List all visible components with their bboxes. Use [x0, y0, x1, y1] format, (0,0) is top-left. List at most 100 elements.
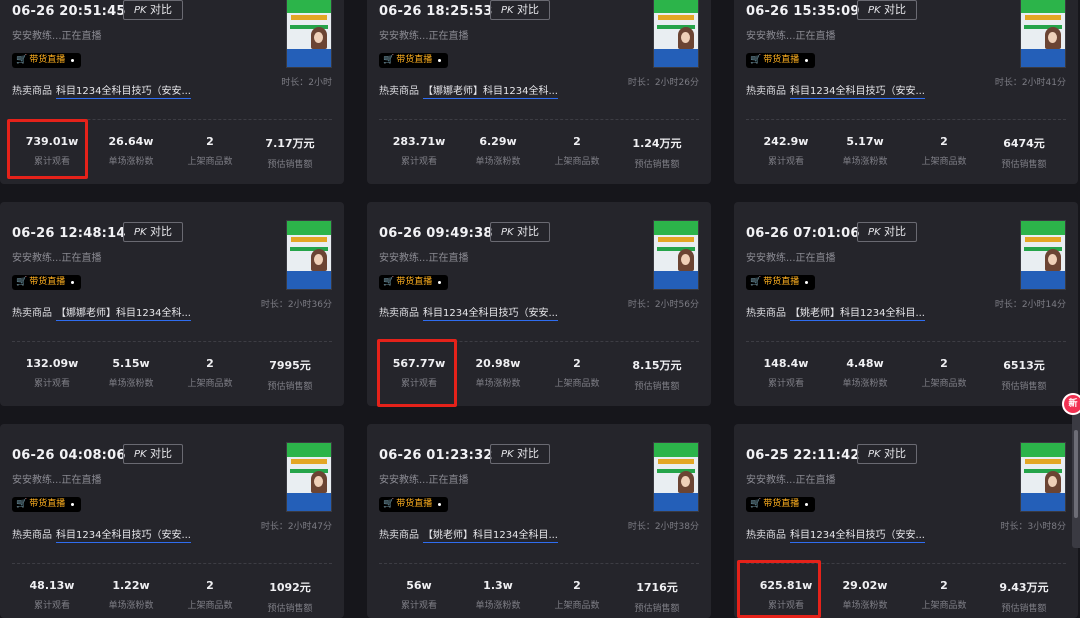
- live-card[interactable]: 06-26 15:35:09 PK 对比 安安教练...正在直播 🛒 带货直播 热…: [734, 0, 1078, 184]
- pk-text: PK: [500, 449, 514, 460]
- scrollbar-thumb[interactable]: [1074, 430, 1078, 518]
- pk-compare-button[interactable]: PK 对比: [123, 222, 183, 242]
- hot-goods-link[interactable]: 科目1234全科目技巧（安安...: [56, 86, 191, 99]
- hot-goods: 热卖商品 科目1234全科目技巧（安安...: [12, 526, 191, 543]
- host-status: 安安教练...正在直播: [746, 31, 836, 42]
- pk-compare-button[interactable]: PK 对比: [857, 444, 917, 464]
- live-commerce-badge: 🛒 带货直播: [379, 497, 449, 512]
- stat-sales: 7995元 预估销售额: [267, 359, 313, 392]
- dot-icon: [71, 281, 75, 284]
- duration: 时长：2小时14分: [994, 300, 1066, 310]
- live-card[interactable]: 06-26 01:23:32 PK 对比 安安教练...正在直播 🛒 带货直播 热…: [367, 424, 711, 618]
- hot-goods-link[interactable]: 【娜娜老师】科目1234全科...: [56, 308, 191, 321]
- stat-followers: 1.3w 单场涨粉数: [475, 579, 521, 611]
- host-status: 安安教练...正在直播: [379, 31, 469, 42]
- pk-text: PK: [133, 5, 147, 16]
- stat-products: 2 上架商品数: [187, 357, 233, 389]
- stat-views: 132.09w 累计观看: [25, 357, 79, 389]
- host-status: 安安教练...正在直播: [379, 475, 469, 486]
- hot-goods-link[interactable]: 【姚老师】科目1234全科目...: [790, 308, 925, 321]
- live-datetime: 06-26 07:01:06: [746, 226, 860, 241]
- live-thumbnail[interactable]: [1020, 442, 1066, 512]
- live-card[interactable]: 06-26 18:25:53 PK 对比 安安教练...正在直播 🛒 带货直播 热…: [367, 0, 711, 184]
- live-commerce-badge: 🛒 带货直播: [746, 497, 816, 512]
- stat-views: 283.71w 累计观看: [392, 135, 446, 167]
- hot-goods-label: 热卖商品: [12, 530, 52, 541]
- live-thumbnail[interactable]: [653, 442, 699, 512]
- hot-goods-link[interactable]: 科目1234全科目技巧（安安...: [790, 86, 925, 99]
- pk-compare-button[interactable]: PK 对比: [490, 0, 550, 20]
- pk-label: 对比: [884, 3, 907, 16]
- pk-compare-button[interactable]: PK 对比: [123, 0, 183, 20]
- pk-compare-button[interactable]: PK 对比: [490, 444, 550, 464]
- live-card[interactable]: 06-26 12:48:14 PK 对比 安安教练...正在直播 🛒 带货直播 热…: [0, 202, 344, 406]
- stat-products: 2 上架商品数: [187, 135, 233, 167]
- live-thumbnail[interactable]: [653, 0, 699, 68]
- dot-icon: [438, 281, 442, 284]
- stat-sales: 1.24万元 预估销售额: [632, 137, 682, 170]
- live-datetime: 06-25 22:11:42: [746, 448, 860, 463]
- pk-label: 对比: [150, 3, 173, 16]
- live-thumbnail[interactable]: [1020, 220, 1066, 290]
- side-scrollbar[interactable]: [1072, 398, 1080, 548]
- stat-followers: 1.22w 单场涨粉数: [108, 579, 154, 611]
- stat-sales: 6474元 预估销售额: [1001, 137, 1047, 170]
- badge-label: 带货直播: [396, 277, 433, 287]
- stat-products: 2 上架商品数: [921, 579, 967, 611]
- live-thumbnail[interactable]: [286, 220, 332, 290]
- pk-text: PK: [867, 449, 881, 460]
- pk-text: PK: [867, 227, 881, 238]
- stat-sales: 1092元 预估销售额: [267, 581, 313, 614]
- pk-compare-button[interactable]: PK 对比: [857, 0, 917, 20]
- divider: [379, 563, 699, 564]
- live-commerce-badge: 🛒 带货直播: [12, 53, 82, 68]
- duration: 时长：2小时38分: [627, 522, 699, 532]
- stat-followers: 29.02w 单场涨粉数: [842, 579, 888, 611]
- pk-label: 对比: [150, 225, 173, 238]
- badge-label: 带货直播: [29, 55, 66, 65]
- hot-goods-link[interactable]: 科目1234全科目技巧（安安...: [56, 530, 191, 543]
- pk-compare-button[interactable]: PK 对比: [123, 444, 183, 464]
- host-status: 安安教练...正在直播: [379, 253, 469, 264]
- pk-label: 对比: [884, 447, 907, 460]
- divider: [746, 341, 1066, 342]
- hot-goods-link[interactable]: 【娜娜老师】科目1234全科...: [423, 86, 558, 99]
- live-commerce-badge: 🛒 带货直播: [379, 53, 449, 68]
- live-card[interactable]: 06-26 04:08:06 PK 对比 安安教练...正在直播 🛒 带货直播 热…: [0, 424, 344, 618]
- new-badge[interactable]: 新: [1062, 393, 1080, 415]
- hot-goods-link[interactable]: 科目1234全科目技巧（安安...: [790, 530, 925, 543]
- cart-icon: 🛒: [383, 277, 395, 287]
- stat-products: 2 上架商品数: [921, 135, 967, 167]
- pk-label: 对比: [150, 447, 173, 460]
- hot-goods-link[interactable]: 科目1234全科目技巧（安安...: [423, 308, 558, 321]
- stat-followers: 26.64w 单场涨粉数: [108, 135, 154, 167]
- cart-icon: 🛒: [750, 499, 762, 509]
- live-commerce-badge: 🛒 带货直播: [746, 275, 816, 290]
- live-datetime: 06-26 20:51:45: [12, 4, 126, 19]
- pk-label: 对比: [517, 3, 540, 16]
- divider: [746, 119, 1066, 120]
- live-datetime: 06-26 09:49:38: [379, 226, 493, 241]
- pk-text: PK: [867, 5, 881, 16]
- pk-compare-button[interactable]: PK 对比: [857, 222, 917, 242]
- pk-label: 对比: [517, 225, 540, 238]
- cart-icon: 🛒: [16, 55, 28, 65]
- live-thumbnail[interactable]: [1020, 0, 1066, 68]
- hot-goods-label: 热卖商品: [379, 530, 419, 541]
- stat-followers: 6.29w 单场涨粉数: [475, 135, 521, 167]
- live-card[interactable]: 06-26 07:01:06 PK 对比 安安教练...正在直播 🛒 带货直播 热…: [734, 202, 1078, 406]
- hot-goods: 热卖商品 【姚老师】科目1234全科目...: [379, 526, 558, 543]
- live-thumbnail[interactable]: [653, 220, 699, 290]
- badge-label: 带货直播: [29, 499, 66, 509]
- pk-text: PK: [133, 227, 147, 238]
- pk-compare-button[interactable]: PK 对比: [490, 222, 550, 242]
- divider: [379, 119, 699, 120]
- hot-goods-link[interactable]: 【姚老师】科目1234全科目...: [423, 530, 558, 543]
- live-thumbnail[interactable]: [286, 442, 332, 512]
- live-thumbnail[interactable]: [286, 0, 332, 68]
- dot-icon: [805, 281, 809, 284]
- live-commerce-badge: 🛒 带货直播: [12, 497, 82, 512]
- stat-followers: 5.17w 单场涨粉数: [842, 135, 888, 167]
- duration: 时长：2小时: [281, 78, 332, 88]
- stat-sales: 7.17万元 预估销售额: [265, 137, 315, 170]
